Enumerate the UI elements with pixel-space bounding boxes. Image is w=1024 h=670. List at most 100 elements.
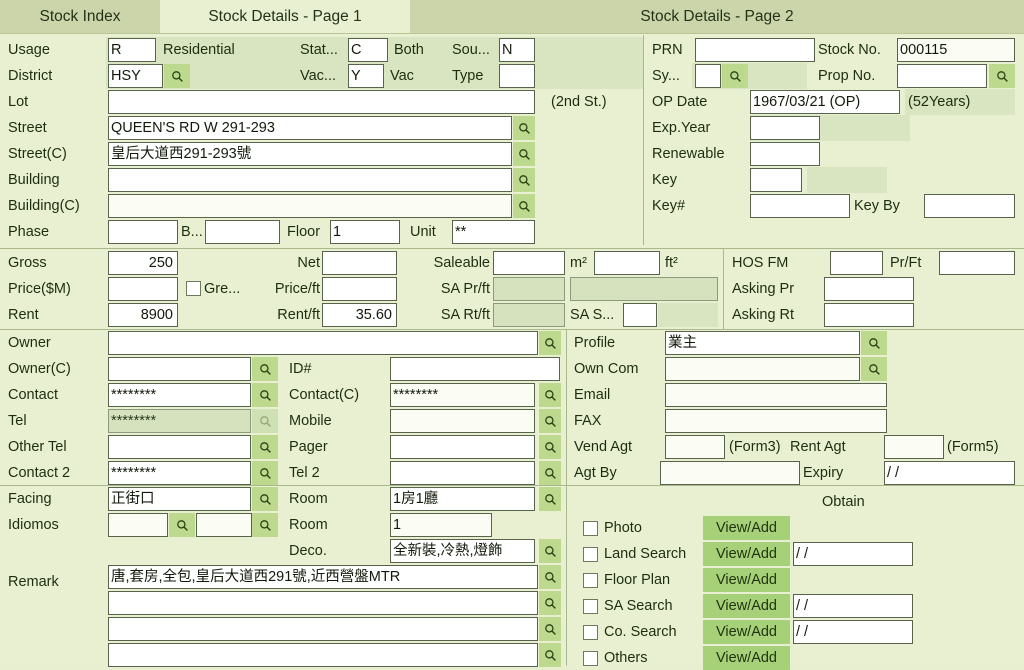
rent-agt-input[interactable] (884, 435, 944, 459)
price-per-ft-input[interactable] (322, 277, 397, 301)
source-code-input[interactable]: N (499, 38, 535, 62)
street-search-button[interactable] (513, 116, 535, 140)
contact-input[interactable]: ******** (108, 383, 251, 407)
street-input[interactable]: QUEEN'S RD W 291-293 (108, 116, 512, 140)
saleable-input[interactable] (493, 251, 565, 275)
mobile-input[interactable] (390, 409, 535, 433)
room-search-button[interactable] (539, 487, 561, 511)
expiry-input[interactable]: / / (884, 461, 1015, 485)
asking-price-input[interactable] (824, 277, 914, 301)
photo-view-add-button[interactable]: View/Add (703, 516, 790, 540)
contact-chinese-input[interactable]: ******** (390, 383, 535, 407)
gross-input[interactable]: 250 (108, 251, 178, 275)
system-search-button[interactable] (722, 64, 748, 88)
own-com-search-button[interactable] (861, 357, 887, 381)
exp-year-input[interactable] (750, 116, 820, 140)
owner-chinese-search-button[interactable] (252, 357, 278, 381)
status-code-input[interactable]: C (348, 38, 388, 62)
usage-code-input[interactable]: R (108, 38, 156, 62)
remark-input-3[interactable] (108, 617, 538, 641)
district-search-button[interactable] (164, 64, 190, 88)
phase-input[interactable] (108, 220, 178, 244)
other-tel-input[interactable] (108, 435, 251, 459)
idiomos-search-button-2[interactable] (252, 513, 278, 537)
mobile-search-button[interactable] (539, 409, 561, 433)
op-date-input[interactable]: 1967/03/21 (OP) (750, 90, 900, 114)
others-checkbox[interactable] (583, 651, 598, 666)
owner-search-button[interactable] (539, 331, 561, 355)
facing-search-button[interactable] (252, 487, 278, 511)
idiomos-search-button-1[interactable] (169, 513, 195, 537)
contact-2-search-button[interactable] (252, 461, 278, 485)
tel-2-input[interactable] (390, 461, 535, 485)
floor-plan-view-add-button[interactable]: View/Add (703, 568, 790, 592)
profile-search-button[interactable] (861, 331, 887, 355)
unit-input[interactable]: ** (452, 220, 535, 244)
rent-input[interactable]: 8900 (108, 303, 178, 327)
co-search-view-add-button[interactable]: View/Add (703, 620, 790, 644)
pager-search-button[interactable] (539, 435, 561, 459)
pr-ft-input[interactable] (939, 251, 1015, 275)
co-search-checkbox[interactable] (583, 625, 598, 640)
prop-no-input[interactable] (897, 64, 987, 88)
sa-search-checkbox[interactable] (583, 599, 598, 614)
email-input[interactable] (665, 383, 887, 407)
sa-search-view-add-button[interactable]: View/Add (703, 594, 790, 618)
id-input[interactable] (390, 357, 560, 381)
remark-search-button-2[interactable] (539, 591, 561, 615)
net-input[interactable] (322, 251, 397, 275)
asking-rent-input[interactable] (824, 303, 914, 327)
remark-input-4[interactable] (108, 643, 538, 667)
remark-search-button-4[interactable] (539, 643, 561, 667)
contact-chinese-search-button[interactable] (539, 383, 561, 407)
deco-input[interactable]: 全新裝,冷熱,燈飾 (390, 539, 535, 563)
pager-input[interactable] (390, 435, 535, 459)
building-input[interactable] (108, 168, 512, 192)
sa-s-input[interactable] (623, 303, 657, 327)
tab-stock-index[interactable]: Stock Index (0, 0, 160, 33)
district-code-input[interactable]: HSY (108, 64, 163, 88)
co-search-date-input[interactable]: / / (793, 620, 913, 644)
prop-no-search-button[interactable] (989, 64, 1015, 88)
idiomos-input-1[interactable] (108, 513, 168, 537)
land-search-checkbox[interactable] (583, 547, 598, 562)
remark-input-1[interactable]: 唐,套房,全包,皇后大道西291號,近西營盤MTR (108, 565, 538, 589)
remark-input-2[interactable] (108, 591, 538, 615)
sa-search-date-input[interactable]: / / (793, 594, 913, 618)
profile-input[interactable]: 業主 (665, 331, 860, 355)
owner-chinese-input[interactable] (108, 357, 251, 381)
other-tel-search-button[interactable] (252, 435, 278, 459)
floor-plan-checkbox[interactable] (583, 573, 598, 588)
block-input[interactable] (205, 220, 280, 244)
type-input[interactable] (499, 64, 535, 88)
deco-search-button[interactable] (539, 539, 561, 563)
owner-input[interactable] (108, 331, 538, 355)
agt-by-input[interactable] (660, 461, 800, 485)
land-search-view-add-button[interactable]: View/Add (703, 542, 790, 566)
others-view-add-button[interactable]: View/Add (703, 646, 790, 670)
building-chinese-input[interactable] (108, 194, 512, 218)
prn-input[interactable] (695, 38, 815, 62)
contact-2-input[interactable]: ******** (108, 461, 251, 485)
price-input[interactable] (108, 277, 178, 301)
tab-stock-details-page-2[interactable]: Stock Details - Page 2 (410, 0, 1024, 33)
floor-input[interactable]: 1 (330, 220, 400, 244)
vacant-code-input[interactable]: Y (348, 64, 384, 88)
key-by-input[interactable] (924, 194, 1015, 218)
key-input[interactable] (750, 168, 802, 192)
tab-stock-details-page-1[interactable]: Stock Details - Page 1 (160, 0, 410, 33)
hos-fm-input[interactable] (830, 251, 883, 275)
lot-input[interactable] (108, 90, 535, 114)
facing-input[interactable]: 正街口 (108, 487, 251, 511)
contact-search-button[interactable] (252, 383, 278, 407)
system-input[interactable] (695, 64, 721, 88)
remark-search-button-1[interactable] (539, 565, 561, 589)
remark-search-button-3[interactable] (539, 617, 561, 641)
own-com-input[interactable] (665, 357, 860, 381)
photo-checkbox[interactable] (583, 521, 598, 536)
rent-per-ft-value[interactable]: 35.60 (322, 303, 397, 327)
fax-input[interactable] (665, 409, 887, 433)
key-number-input[interactable] (750, 194, 850, 218)
idiomos-input-2[interactable] (196, 513, 252, 537)
green-checkbox[interactable] (186, 281, 201, 296)
